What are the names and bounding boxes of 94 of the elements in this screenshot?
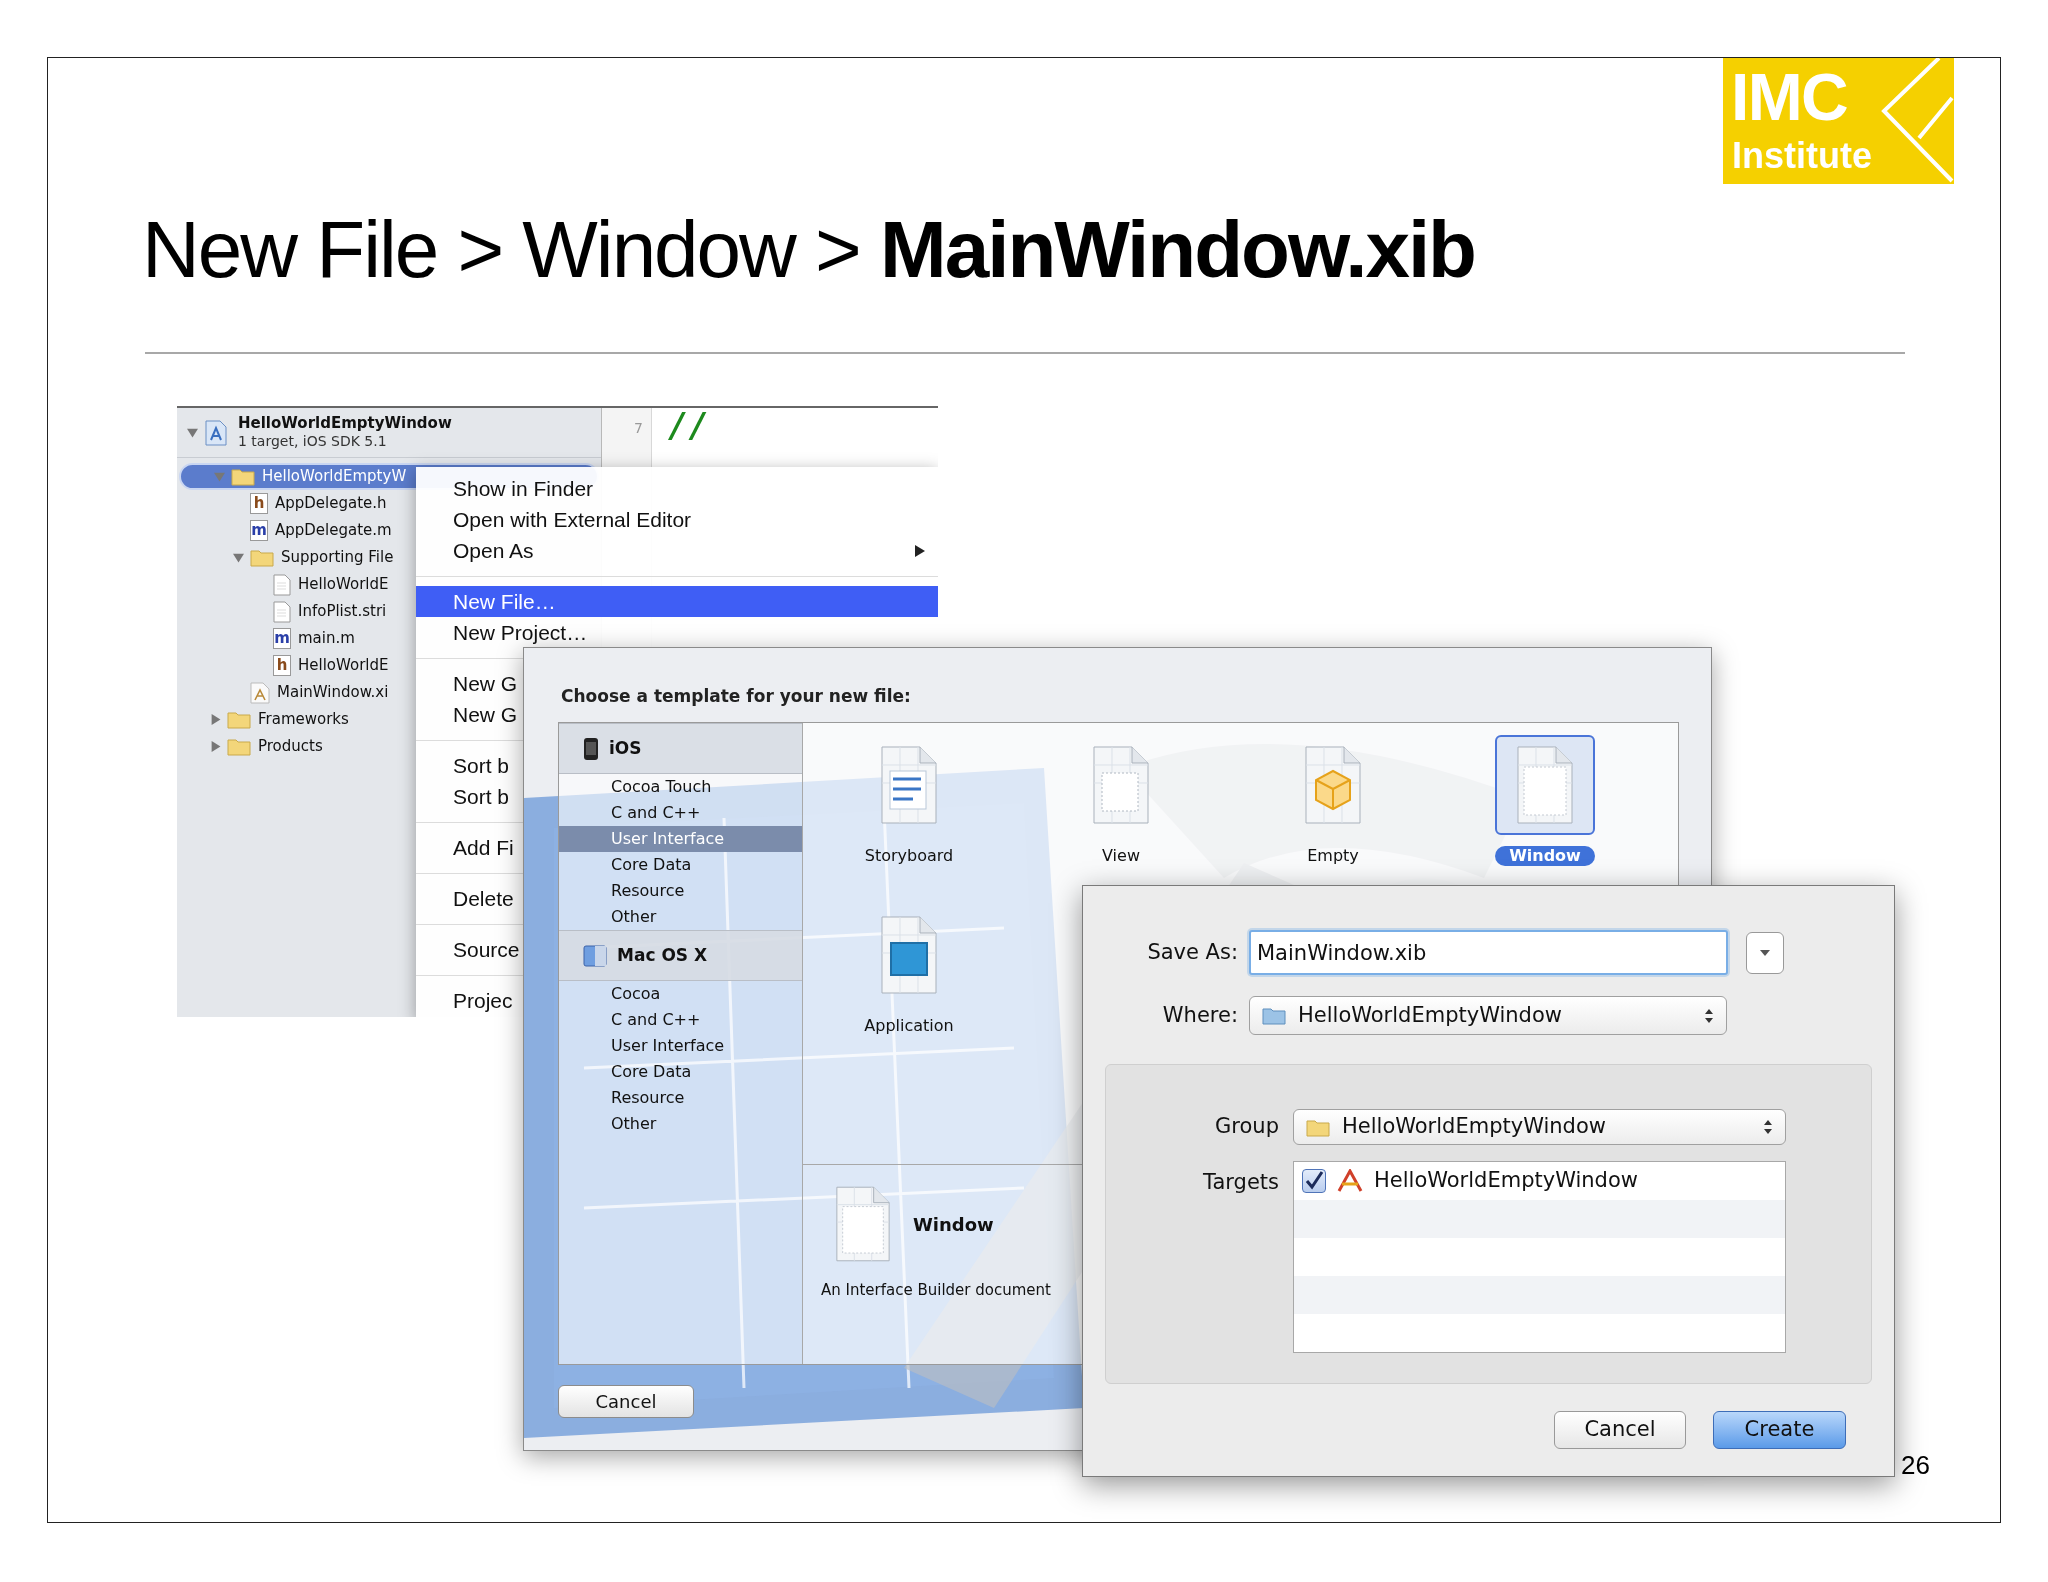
document-icon [273,600,291,623]
folder-icon [1306,1117,1330,1137]
category-item[interactable]: C and C++ [559,800,802,826]
document-icon [833,1185,893,1263]
category-item[interactable]: C and C++ [559,1007,802,1033]
description-text: An Interface Builder document [821,1280,1052,1301]
create-button[interactable]: Create [1713,1411,1846,1449]
storyboard-document-icon [878,745,940,825]
template-item[interactable]: Empty [1227,735,1439,866]
disclosure-triangle-icon[interactable] [187,427,198,438]
field-label: Targets [1202,1169,1279,1196]
document-icon [1514,745,1576,825]
folder-icon [250,548,274,567]
folder-icon [1262,1006,1286,1025]
file-icon: h [273,655,291,676]
field-label: Where: [1161,1001,1238,1029]
project-subtitle: 1 target, iOS SDK 5.1 [238,433,388,451]
category-item[interactable]: Other [559,1111,802,1137]
description-title: Window [913,1212,994,1237]
tree-item[interactable]: m AppDelegate.m [177,517,392,544]
caret-icon [1759,948,1771,957]
category-item[interactable]: Cocoa Touch [559,774,802,800]
updown-arrows-icon [1704,1007,1714,1024]
app-icon [1336,1169,1364,1193]
tree-item[interactable]: InfoPlist.stri [177,598,387,625]
template-item[interactable]: View [1015,735,1227,866]
tree-item[interactable]: m main.m [177,625,355,652]
menu-item[interactable]: New Project… [416,617,592,648]
field-label: Group [1214,1113,1279,1141]
folder-icon [227,710,251,729]
file-icon: m [273,628,291,649]
line-number: 7 [634,419,643,438]
updown-arrows-icon [1763,1119,1773,1135]
interface-file-icon [250,681,270,704]
folder-icon [231,467,255,486]
tree-item[interactable]: h AppDelegate.h [177,490,387,517]
category-item[interactable]: Cocoa [559,981,802,1007]
platform-name: Mac OS X [617,943,708,967]
file-icon: m [250,520,268,541]
location-popup[interactable]: HelloWorldEmptyWindow [1249,996,1727,1035]
menu-item[interactable]: New G [416,668,522,699]
category-item[interactable]: Core Data [559,1059,802,1085]
category-item[interactable]: Resource [559,1085,802,1111]
template-item[interactable]: Window [1439,735,1651,866]
tree-item[interactable]: Frameworks [177,706,349,733]
disclosure-triangle-icon[interactable] [233,552,244,563]
menu-item[interactable]: New G [416,699,522,730]
menu-item[interactable]: Open As [416,535,938,566]
tree-item[interactable]: Supporting File [177,544,394,571]
category-item[interactable]: Other [559,904,802,930]
category-item[interactable]: Core Data [559,852,802,878]
tree-item[interactable]: Products [177,733,323,760]
slide-title: New File > Window > MainWindow.xib [142,210,1475,290]
dialog-title: Choose a template for your new file: [560,685,912,707]
menu-item[interactable]: Projec [416,985,517,1016]
group-popup[interactable]: HelloWorldEmptyWindow [1293,1109,1786,1145]
category-item[interactable]: User Interface [559,1033,802,1059]
menu-item[interactable]: Delete [416,883,518,914]
square-document-icon [878,915,940,995]
project-file-icon [205,419,227,446]
target-label: HelloWorldEmptyWindow [1374,1167,1638,1195]
folder-icon [227,737,251,756]
cancel-button[interactable]: Cancel [1554,1411,1686,1449]
menu-item[interactable]: Sort b [416,750,514,781]
tree-item[interactable]: HelloWorldE [177,571,389,598]
phone-icon [583,736,599,761]
platform-name: iOS [609,736,642,760]
menu-item[interactable]: Source [416,934,524,965]
menu-item[interactable]: Open with External Editor [416,504,696,535]
disclosure-triangle-icon[interactable] [210,714,221,725]
logo-text: IMC [1731,64,1848,130]
expand-button[interactable] [1746,931,1784,974]
checkbox[interactable] [1302,1169,1326,1193]
field-label: Save As: [1146,938,1238,966]
file-icon: h [250,493,268,514]
project-name: HelloWorldEmptyWindow [238,414,452,434]
template-item[interactable]: Application [803,905,1015,1036]
menu-item[interactable]: Add Fi [416,832,518,863]
template-item[interactable]: Storyboard [803,735,1015,866]
document-icon [273,573,291,596]
cancel-button[interactable]: Cancel [558,1385,694,1418]
page-number: 26 [1901,1449,1930,1482]
filename-field[interactable]: MainWindow.xib [1249,930,1728,975]
tree-item[interactable]: MainWindow.xi [177,679,389,706]
disclosure-triangle-icon[interactable] [210,741,221,752]
menu-item[interactable]: Sort b [416,781,514,812]
logo-text: Institute [1732,138,1872,174]
document-icon [1090,745,1152,825]
code-text: // [668,408,709,445]
cube-document-icon [1302,745,1364,825]
menu-item[interactable]: New File… [416,586,938,617]
computer-icon [583,944,607,967]
category-item[interactable]: Resource [559,878,802,904]
tree-item[interactable]: h HelloWorldE [177,652,389,679]
